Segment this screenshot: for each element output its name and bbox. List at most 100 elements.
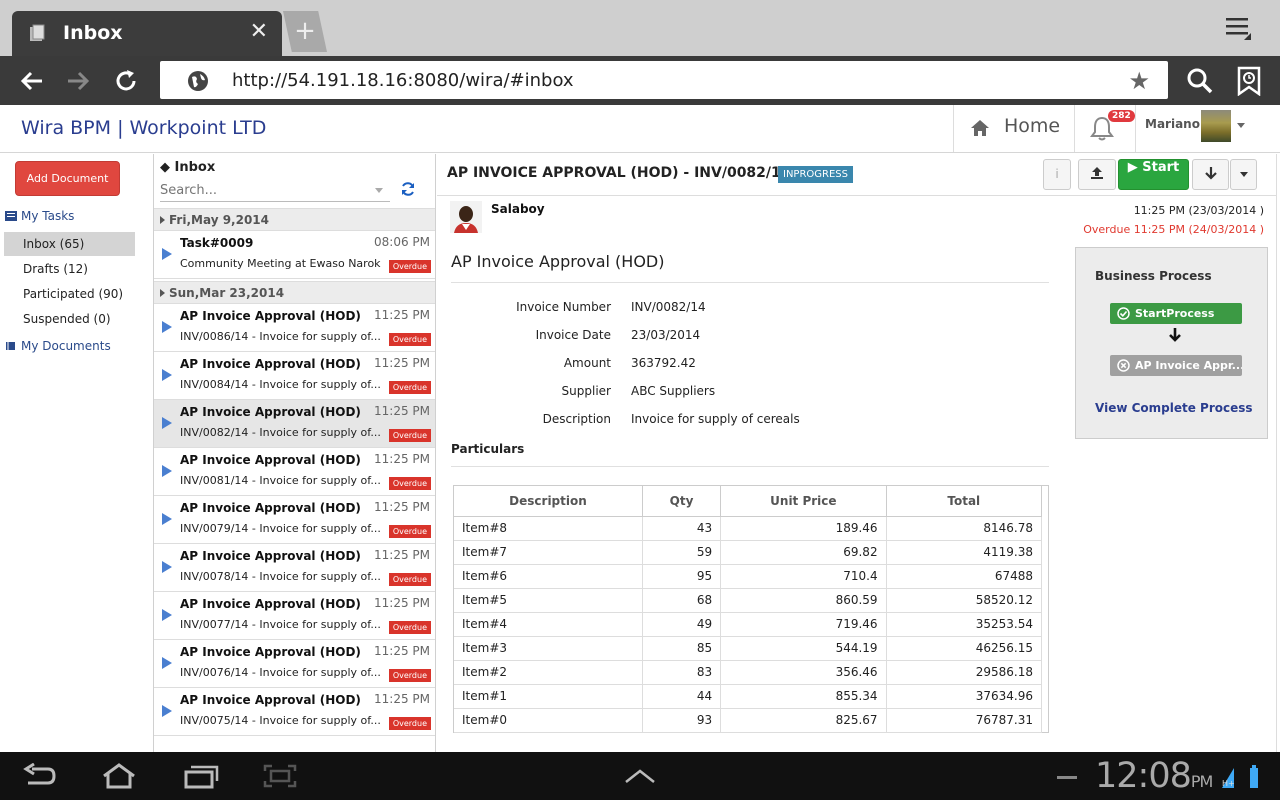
- sidebar-item-inbox[interactable]: Inbox (65): [4, 232, 135, 256]
- home-icon[interactable]: [101, 763, 137, 789]
- sidebar-item-drafts[interactable]: Drafts (12): [4, 257, 135, 281]
- browser-menu-icon[interactable]: [1224, 14, 1252, 42]
- user-menu[interactable]: Mariano: [1145, 105, 1255, 152]
- column-header[interactable]: Qty: [641, 486, 722, 517]
- date-group-header[interactable]: Fri,May 9,2014: [154, 208, 435, 231]
- chevron-up-icon[interactable]: [624, 768, 656, 784]
- app-header: Wira BPM | Workpoint LTD Home 282 Marian…: [0, 105, 1280, 153]
- new-tab-button[interactable]: +: [283, 11, 327, 52]
- process-step-start[interactable]: StartProcess: [1110, 303, 1242, 324]
- sidebar-item-suspended[interactable]: Suspended (0): [4, 307, 135, 331]
- table-cell: 93: [641, 707, 722, 733]
- notifications-button[interactable]: 282: [1076, 105, 1136, 152]
- task-subtitle: INV/0075/14 - Invoice for supply of...: [180, 714, 381, 727]
- task-row-selected[interactable]: AP Invoice Approval (HOD) 11:25 PM INV/0…: [154, 400, 435, 448]
- search-input[interactable]: [160, 180, 390, 202]
- column-header[interactable]: Total: [885, 486, 1043, 517]
- creator-avatar: [450, 201, 482, 233]
- play-icon: [162, 609, 172, 621]
- screenshot-icon[interactable]: [262, 763, 298, 789]
- play-icon: [162, 321, 172, 333]
- particulars-table: Description Qty Unit Price Total Item#8 4…: [453, 485, 1049, 733]
- view-complete-process-link[interactable]: View Complete Process: [1095, 401, 1253, 415]
- search-icon[interactable]: [1186, 67, 1214, 95]
- back-icon[interactable]: [22, 763, 58, 789]
- table-cell: 67488: [885, 563, 1043, 589]
- table-row: Item#1 44 855.34 37634.96: [454, 683, 1043, 709]
- process-step-current[interactable]: AP Invoice Appr...: [1110, 355, 1242, 376]
- info-button[interactable]: i: [1043, 159, 1071, 190]
- task-time: 11:25 PM: [374, 404, 430, 418]
- table-cell: 58520.12: [885, 587, 1043, 613]
- recent-apps-icon[interactable]: [183, 763, 219, 789]
- bookmark-star-icon[interactable]: ★: [1128, 67, 1150, 95]
- task-title: AP Invoice Approval (HOD): [180, 549, 361, 563]
- task-row[interactable]: AP Invoice Approval (HOD) 11:25 PM INV/0…: [154, 304, 435, 352]
- search-dropdown-icon[interactable]: [375, 188, 383, 193]
- system-navigation-bar: 12:08PM H+: [0, 752, 1280, 800]
- table-cell: Item#8: [454, 515, 643, 541]
- refresh-icon[interactable]: [400, 181, 416, 197]
- task-subtitle: INV/0076/14 - Invoice for supply of...: [180, 666, 381, 679]
- due-timestamp: Overdue 11:25 PM (24/03/2014 ): [1083, 223, 1264, 236]
- particulars-heading: Particulars: [451, 442, 525, 456]
- supplier-value: ABC Suppliers: [631, 384, 716, 398]
- check-circle-icon: [1117, 307, 1130, 320]
- column-header[interactable]: Description: [454, 486, 643, 517]
- overdue-badge: Overdue: [388, 333, 431, 346]
- caret-right-icon: [160, 216, 165, 224]
- overdue-badge: Overdue: [388, 429, 431, 442]
- task-row[interactable]: Task#0009 08:06 PM Community Meeting at …: [154, 231, 435, 279]
- my-tasks-heading[interactable]: My Tasks: [5, 209, 74, 223]
- task-row[interactable]: AP Invoice Approval (HOD) 11:25 PM INV/0…: [154, 496, 435, 544]
- task-row[interactable]: AP Invoice Approval (HOD) 11:25 PM INV/0…: [154, 688, 435, 736]
- business-process-panel: Business Process StartProcess AP Invoice…: [1075, 247, 1268, 439]
- creator-name: Salaboy: [491, 202, 545, 216]
- download-button[interactable]: [1192, 159, 1229, 190]
- table-cell: 8146.78: [885, 515, 1043, 541]
- table-row: Item#5 68 860.59 58520.12: [454, 587, 1043, 613]
- app-brand[interactable]: Wira BPM | Workpoint LTD: [21, 117, 266, 139]
- task-title: AP Invoice Approval (HOD): [180, 453, 361, 467]
- browser-tab[interactable]: Inbox ✕: [12, 11, 282, 56]
- play-icon: [162, 561, 172, 573]
- task-row[interactable]: AP Invoice Approval (HOD) 11:25 PM INV/0…: [154, 640, 435, 688]
- forward-arrow-icon[interactable]: [64, 67, 92, 95]
- tab-close-icon[interactable]: ✕: [250, 20, 268, 44]
- reload-icon[interactable]: [112, 67, 140, 95]
- sidebar-item-participated[interactable]: Participated (90): [4, 282, 135, 306]
- inbox-panel: ◆ Inbox Fri,May 9,2014 Task#0009 08:06 P…: [153, 154, 436, 752]
- network-type-icon: H+: [1222, 779, 1235, 788]
- my-documents-heading[interactable]: My Documents: [5, 339, 111, 353]
- table-cell: 37634.96: [885, 683, 1043, 709]
- table-cell: 69.82: [720, 539, 887, 565]
- play-icon: [162, 465, 172, 477]
- upload-button[interactable]: [1078, 159, 1116, 190]
- address-bar[interactable]: http://54.191.18.16:8080/wira/#inbox ★: [160, 61, 1168, 99]
- table-cell: 43: [641, 515, 722, 541]
- column-header[interactable]: Unit Price: [720, 486, 887, 517]
- task-subtitle: Community Meeting at Ewaso Narok: [180, 257, 381, 270]
- user-avatar: [1201, 110, 1231, 142]
- table-cell: 4119.38: [885, 539, 1043, 565]
- browser-toolbar: http://54.191.18.16:8080/wira/#inbox ★: [0, 56, 1280, 105]
- add-document-button[interactable]: Add Document: [15, 161, 120, 196]
- bookmarks-icon[interactable]: [1236, 66, 1262, 96]
- overdue-badge: Overdue: [388, 525, 431, 538]
- start-button[interactable]: ▶ Start: [1118, 159, 1189, 190]
- inbox-title: ◆ Inbox: [160, 160, 215, 175]
- home-button[interactable]: Home: [953, 105, 1075, 152]
- overdue-badge: Overdue: [388, 381, 431, 394]
- task-row[interactable]: AP Invoice Approval (HOD) 11:25 PM INV/0…: [154, 592, 435, 640]
- url-text: http://54.191.18.16:8080/wira/#inbox: [232, 70, 574, 91]
- table-cell: 59: [641, 539, 722, 565]
- task-row[interactable]: AP Invoice Approval (HOD) 11:25 PM INV/0…: [154, 448, 435, 496]
- date-group-header[interactable]: Sun,Mar 23,2014: [154, 281, 435, 304]
- task-row[interactable]: AP Invoice Approval (HOD) 11:25 PM INV/0…: [154, 352, 435, 400]
- task-row[interactable]: AP Invoice Approval (HOD) 11:25 PM INV/0…: [154, 544, 435, 592]
- more-actions-button[interactable]: [1230, 159, 1257, 190]
- task-time: 11:25 PM: [374, 356, 430, 370]
- back-arrow-icon[interactable]: [18, 67, 46, 95]
- field-label: Supplier: [561, 384, 611, 398]
- tag-icon: ◆: [160, 160, 170, 175]
